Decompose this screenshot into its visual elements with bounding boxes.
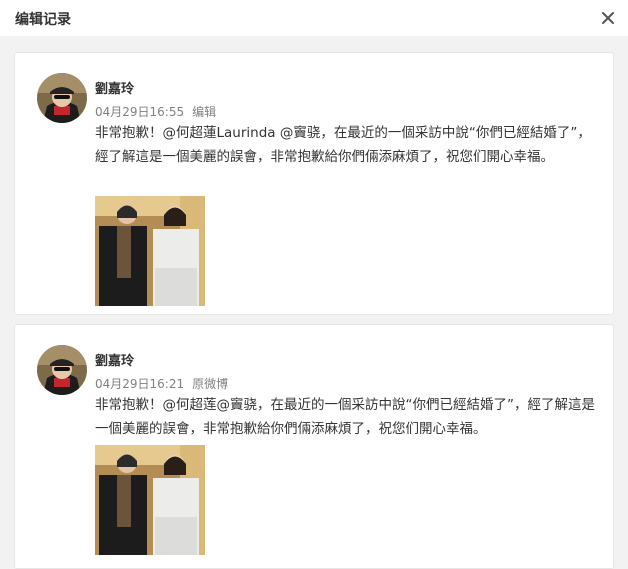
dialog-title: 编辑记录 (15, 12, 71, 28)
post-image[interactable] (95, 445, 205, 555)
record-type-label: 编辑 (192, 105, 217, 119)
record-type-label: 原微博 (192, 377, 229, 391)
post-image[interactable] (95, 196, 205, 306)
post-time: 04月29日16:55 (95, 105, 185, 119)
close-button[interactable] (598, 8, 618, 28)
post-meta: 04月29日16:55 编辑 (95, 103, 216, 120)
edit-record-card: 劉嘉玲 04月29日16:55 编辑 非常抱歉！@何超蓮Laurinda @竇骁，… (14, 52, 614, 315)
post-time: 04月29日16:21 (95, 377, 185, 391)
avatar[interactable] (37, 73, 87, 123)
close-icon (602, 12, 614, 24)
author-name[interactable]: 劉嘉玲 (95, 350, 134, 369)
author-name[interactable]: 劉嘉玲 (95, 78, 134, 97)
edit-record-card: 劉嘉玲 04月29日16:21 原微博 非常抱歉！@何超莲@竇骁，在最近的一個采訪… (14, 324, 614, 569)
post-text: 非常抱歉！@何超莲@竇骁，在最近的一個采訪中說“你們已經結婚了”，經了解這是一個… (95, 397, 595, 437)
post-meta: 04月29日16:21 原微博 (95, 375, 228, 392)
post-text: 非常抱歉！@何超蓮Laurinda @竇骁，在最近的一個采訪中說“你們已經結婚了… (95, 125, 591, 165)
dialog-header: 编辑记录 (0, 0, 628, 36)
avatar[interactable] (37, 345, 87, 395)
